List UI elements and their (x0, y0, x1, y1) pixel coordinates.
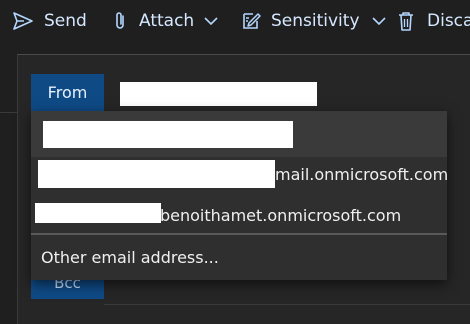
from-option[interactable]: benoithamet.onmicrosoft.com (31, 197, 447, 235)
sensitivity-icon (240, 10, 262, 32)
attach-button[interactable]: Attach (112, 0, 218, 42)
from-button[interactable]: From (31, 74, 104, 111)
from-option[interactable]: mail.onmicrosoft.com (31, 157, 449, 197)
option-address-text: benoithamet.onmicrosoft.com (160, 206, 402, 225)
redacted-address (38, 160, 275, 188)
redacted-address (43, 121, 293, 148)
attach-label: Attach (139, 11, 195, 31)
divider (0, 112, 17, 113)
sensitivity-label: Sensitivity (271, 11, 360, 31)
dropdown-current-item[interactable] (31, 111, 447, 157)
send-icon (12, 11, 34, 31)
option-address-text: mail.onmicrosoft.com (275, 165, 449, 184)
other-email-label: Other email address... (41, 248, 219, 267)
trash-icon (397, 10, 415, 32)
from-dropdown: mail.onmicrosoft.com benoithamet.onmicro… (31, 111, 449, 280)
toolbar: Send Attach Sensitivity Disca (0, 0, 470, 42)
other-email-option[interactable]: Other email address... (31, 235, 447, 280)
sensitivity-button[interactable]: Sensitivity (240, 0, 386, 42)
chevron-down-icon[interactable] (204, 16, 218, 26)
discard-button[interactable]: Disca (397, 0, 470, 42)
redacted-address (35, 203, 161, 223)
from-address-redacted (120, 82, 317, 106)
send-button[interactable]: Send (12, 0, 87, 42)
discard-label: Disca (427, 11, 470, 31)
chevron-down-icon[interactable] (371, 16, 386, 26)
bcc-field-underline (104, 304, 470, 305)
paperclip-icon (112, 10, 128, 32)
send-label: Send (44, 11, 87, 31)
